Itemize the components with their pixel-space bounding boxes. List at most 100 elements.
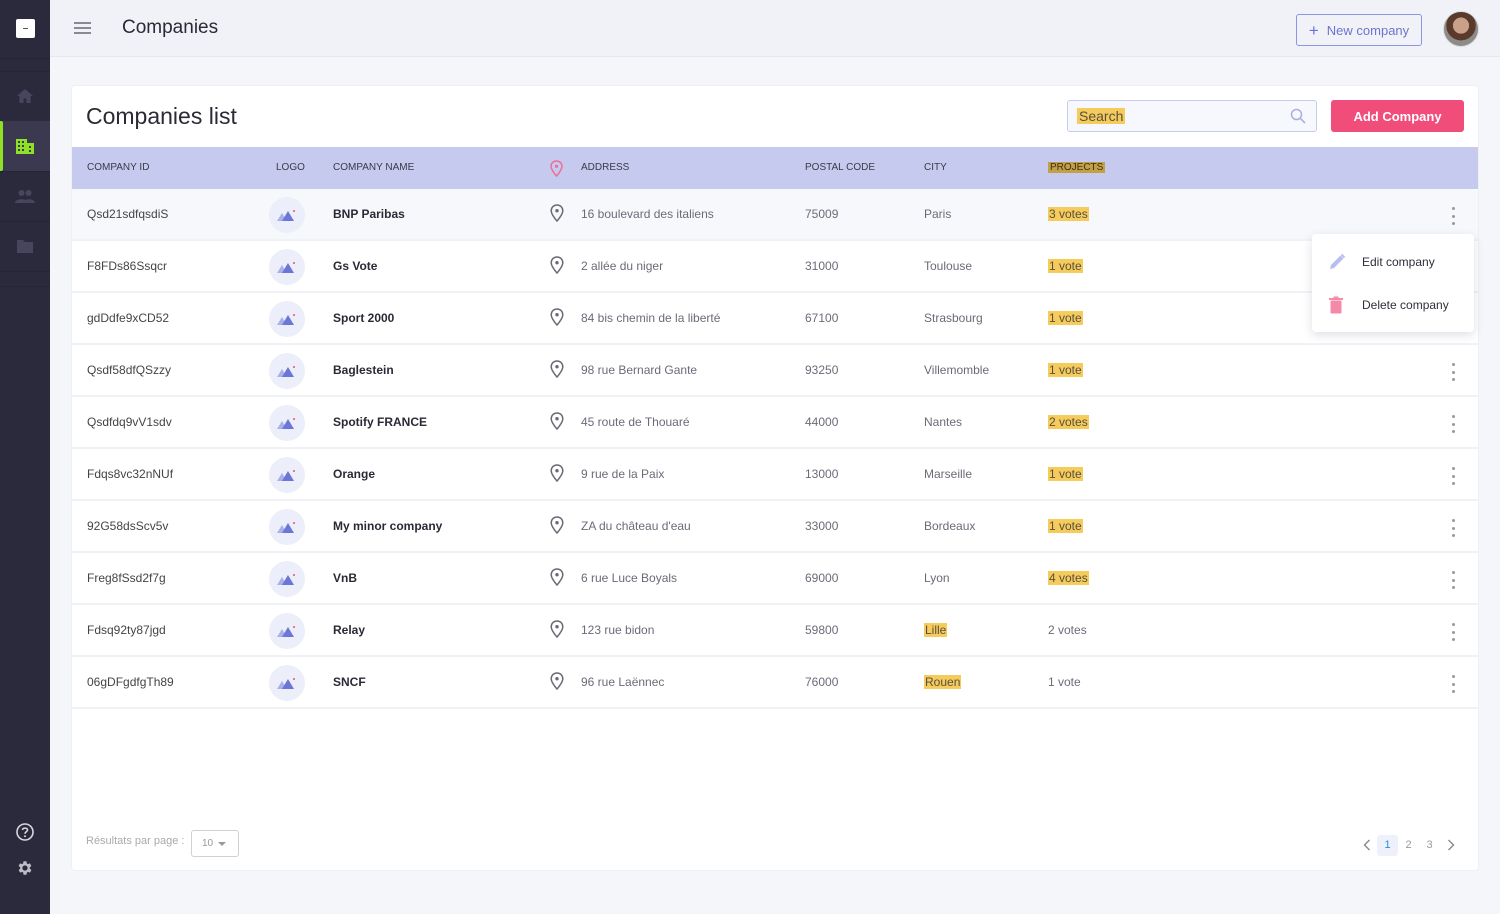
row-actions-button[interactable] — [1447, 623, 1459, 641]
location-pin-icon — [550, 464, 564, 483]
company-postal-code: 75009 — [805, 207, 839, 221]
settings-button[interactable] — [0, 853, 50, 883]
location-pin-icon — [550, 568, 564, 587]
company-projects: 1 vote — [1048, 467, 1083, 481]
col-projects[interactable]: PROJECTS — [1048, 162, 1106, 173]
company-postal-code: 69000 — [805, 571, 839, 585]
row-actions-button[interactable] — [1447, 467, 1459, 485]
col-city[interactable]: CITY — [924, 162, 947, 173]
row-actions-button[interactable] — [1447, 675, 1459, 693]
company-name[interactable]: SNCF — [333, 675, 366, 689]
search-field[interactable]: Search — [1067, 100, 1317, 132]
col-company-id[interactable]: COMPANY ID — [87, 162, 149, 173]
company-name[interactable]: Orange — [333, 467, 375, 481]
search-input[interactable] — [1068, 101, 1316, 131]
company-id: F8FDs86Ssqcr — [87, 259, 168, 273]
company-name[interactable]: Baglestein — [333, 363, 394, 377]
company-name[interactable]: Relay — [333, 623, 365, 637]
pencil-icon — [1330, 253, 1346, 269]
sidebar-item-companies[interactable] — [0, 121, 50, 171]
help-button[interactable] — [0, 817, 50, 847]
table-row[interactable]: Fdsq92ty87jgd Relay 123 rue bidon 59800 Lill… — [72, 605, 1478, 657]
company-id: 06gDFgdfgTh89 — [87, 675, 174, 689]
more-vertical-icon — [1451, 363, 1455, 366]
image-placeholder-icon — [277, 262, 295, 273]
image-placeholder-icon — [277, 626, 295, 637]
table-row[interactable]: Fdqs8vc32nNUf Orange 9 rue de la Paix 13000… — [72, 449, 1478, 501]
add-company-button[interactable]: Add Company — [1331, 100, 1464, 132]
menu-toggle-button[interactable] — [74, 22, 91, 35]
company-id: Fdqs8vc32nNUf — [87, 467, 174, 481]
more-vertical-icon — [1451, 207, 1455, 210]
results-per-page-value: 10 — [202, 838, 214, 849]
company-city: Toulouse — [924, 259, 973, 273]
trash-icon — [1329, 296, 1343, 314]
plus-icon: + — [1308, 20, 1319, 40]
edit-company-label: Edit company — [1362, 255, 1435, 269]
delete-company-menu-item[interactable]: Delete company — [1312, 285, 1474, 325]
table-row[interactable]: Freg8fSsd2f7g VnB 6 rue Luce Boyals 69000 Ly… — [72, 553, 1478, 605]
next-page-button[interactable] — [1440, 835, 1461, 856]
companies-card: Companies list Search Add Company COMPAN… — [72, 86, 1478, 870]
location-pin-icon — [550, 620, 564, 639]
company-projects: 1 vote — [1048, 519, 1083, 533]
row-actions-button[interactable] — [1447, 519, 1459, 537]
col-address[interactable]: ADDRESS — [581, 162, 629, 173]
location-pin-icon — [550, 204, 564, 223]
page-3-button[interactable]: 3 — [1419, 835, 1440, 856]
page-1-button[interactable]: 1 — [1377, 834, 1398, 856]
col-company-name[interactable]: COMPANY NAME — [333, 162, 414, 173]
company-city: Villemomble — [924, 363, 990, 377]
hamburger-icon — [74, 22, 91, 24]
folder-icon — [17, 239, 33, 253]
address-pin — [550, 412, 564, 433]
table-row[interactable]: 06gDFgdfgTh89 SNCF 96 rue Laënnec 76000 Roue… — [72, 657, 1478, 709]
col-logo[interactable]: LOGO — [276, 162, 305, 173]
table-row[interactable]: Qsd21sdfqsdiS BNP Paribas 16 boulevard des… — [72, 189, 1478, 241]
company-address: 6 rue Luce Boyals — [581, 571, 678, 585]
divider — [0, 58, 50, 59]
row-actions-button[interactable] — [1447, 571, 1459, 589]
image-placeholder-icon — [277, 470, 295, 481]
card-title: Companies list — [86, 103, 237, 129]
company-name[interactable]: Gs Vote — [333, 259, 377, 273]
search-icon[interactable] — [1290, 108, 1306, 124]
company-city: Strasbourg — [924, 311, 983, 325]
page-2-button[interactable]: 2 — [1398, 835, 1419, 856]
table-row[interactable]: F8FDs86Ssqcr Gs Vote 2 allée du niger 31000… — [72, 241, 1478, 293]
caret-down-icon — [218, 841, 227, 846]
results-per-page-select[interactable]: 10 — [191, 830, 239, 857]
edit-company-menu-item[interactable]: Edit company — [1312, 242, 1474, 282]
table-row[interactable]: Qsdfdq9vV1sdv Spotify FRANCE 45 route de T… — [72, 397, 1478, 449]
image-placeholder-icon — [277, 418, 295, 429]
prev-page-button[interactable] — [1356, 835, 1377, 856]
sidebar-item-users[interactable] — [0, 171, 50, 221]
row-actions-button[interactable] — [1447, 207, 1459, 225]
sidebar-item-files[interactable] — [0, 221, 50, 271]
company-name[interactable]: Sport 2000 — [333, 311, 394, 325]
company-logo — [269, 301, 305, 337]
row-actions-button[interactable] — [1447, 415, 1459, 433]
company-address: 84 bis chemin de la liberté — [581, 311, 721, 325]
company-address: 16 boulevard des italiens — [581, 207, 714, 221]
col-postal-code[interactable]: POSTAL CODE — [805, 162, 875, 173]
table-row[interactable]: gdDdfe9xCD52 Sport 2000 84 bis chemin de l… — [72, 293, 1478, 345]
company-name[interactable]: VnB — [333, 571, 357, 585]
company-postal-code: 93250 — [805, 363, 839, 377]
company-city: Rouen — [924, 675, 962, 689]
sidebar-item-home[interactable] — [0, 71, 50, 121]
company-name[interactable]: BNP Paribas — [333, 207, 405, 221]
user-avatar[interactable] — [1443, 11, 1479, 47]
help-circle-icon — [16, 823, 34, 841]
row-actions-button[interactable] — [1447, 363, 1459, 381]
image-placeholder-icon — [277, 678, 295, 689]
company-name[interactable]: Spotify FRANCE — [333, 415, 427, 429]
table-row[interactable]: Qsdf58dfQSzzy Baglestein 98 rue Bernard Ga… — [72, 345, 1478, 397]
company-name[interactable]: My minor company — [333, 519, 442, 533]
home-icon — [17, 89, 33, 103]
table-row[interactable]: 92G58dsScv5v My minor company ZA du châtea… — [72, 501, 1478, 553]
new-company-button[interactable]: + New company — [1296, 14, 1422, 46]
app-logo[interactable] — [16, 19, 35, 38]
company-logo — [269, 613, 305, 649]
divider — [0, 286, 50, 287]
